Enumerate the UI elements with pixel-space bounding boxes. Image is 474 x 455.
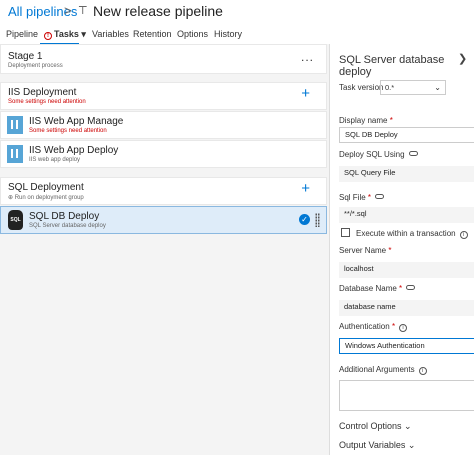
link-icon[interactable] <box>375 194 385 199</box>
info-icon[interactable]: i <box>418 367 427 375</box>
task-iis-web-app-deploy[interactable]: IIS Web App Deploy IIS web app deploy <box>0 140 327 168</box>
task-name: IIS Web App Deploy <box>29 145 119 156</box>
task-version-label: Task version <box>339 83 384 92</box>
tab-history[interactable]: History <box>214 29 242 39</box>
authentication-label: Authentication * i <box>339 322 408 332</box>
tab-retention[interactable]: Retention <box>133 29 172 39</box>
database-name-input[interactable]: database name <box>339 300 474 316</box>
task-warning: Some settings need attention <box>29 128 107 134</box>
server-name-label: Server Name * <box>339 246 392 255</box>
transaction-checkbox-label: Execute within a transaction i <box>356 229 468 239</box>
link-icon[interactable] <box>408 151 418 156</box>
task-subtitle: IIS web app deploy <box>29 157 81 163</box>
server-name-input[interactable]: localhost <box>339 262 474 278</box>
additional-arguments-input[interactable] <box>339 380 474 411</box>
task-name: SQL DB Deploy <box>29 211 100 222</box>
tab-variables[interactable]: Variables <box>92 29 129 39</box>
tab-pipeline[interactable]: Pipeline <box>6 29 38 39</box>
info-icon[interactable]: i <box>459 231 468 239</box>
link-icon[interactable] <box>406 285 416 290</box>
chevron-down-icon: ⌄ <box>434 83 441 92</box>
group-title: IIS Deployment <box>8 87 77 98</box>
stage-title: Stage 1 <box>8 51 43 62</box>
stage-subtitle: Deployment process <box>8 63 63 69</box>
iis-icon <box>7 145 23 163</box>
group-title: SQL Deployment <box>8 182 84 193</box>
more-options-icon[interactable]: ... <box>301 50 314 64</box>
warning-circle-icon: ! <box>44 32 52 40</box>
group-iis-deployment[interactable]: IIS Deployment Some settings need attent… <box>0 82 327 110</box>
display-name-label: Display name * <box>339 116 393 125</box>
info-icon[interactable]: i <box>399 324 408 332</box>
deploy-sql-using-label: Deploy SQL Using <box>339 150 418 159</box>
add-task-icon[interactable]: + <box>301 85 310 102</box>
drag-handle-icon[interactable] <box>315 213 320 227</box>
check-icon: ✓ <box>299 214 310 225</box>
transaction-checkbox[interactable] <box>341 228 350 237</box>
tab-options[interactable]: Options <box>177 29 208 39</box>
tab-bar: Pipeline ! Tasks ▾ Variables Retention Op… <box>0 26 474 45</box>
display-name-input[interactable]: SQL DB Deploy <box>339 127 474 143</box>
collapse-panel-icon[interactable]: ❯ <box>458 52 467 65</box>
sql-file-input[interactable]: **/*.sql <box>339 207 474 223</box>
breadcrumb-separator: > <box>64 3 72 18</box>
group-warning: Some settings need attention <box>8 99 86 105</box>
stage-card[interactable]: Stage 1 Deployment process ... <box>0 44 327 74</box>
task-version-select[interactable]: 0.* ⌄ <box>380 80 446 95</box>
task-version-value: 0.* <box>385 83 395 92</box>
page-title: New release pipeline <box>93 3 223 19</box>
database-name-label: Database Name * <box>339 284 416 293</box>
add-task-icon[interactable]: + <box>301 180 310 197</box>
task-iis-web-app-manage[interactable]: IIS Web App Manage Some settings need at… <box>0 111 327 139</box>
deploy-sql-using-select[interactable]: SQL Query File <box>339 166 474 182</box>
group-subtitle: ⊕ Run on deployment group <box>8 195 84 201</box>
tab-tasks-label: Tasks <box>54 29 79 39</box>
sql-icon: SQL <box>8 210 23 230</box>
task-name: IIS Web App Manage <box>29 116 124 127</box>
iis-icon <box>7 116 23 134</box>
group-sql-deployment[interactable]: SQL Deployment ⊕ Run on deployment group… <box>0 177 327 205</box>
tasks-panel: Stage 1 Deployment process ... IIS Deplo… <box>0 44 329 455</box>
control-options-section[interactable]: Control Options ⌄ <box>339 421 412 432</box>
chevron-down-icon: ⌄ <box>407 440 416 450</box>
chevron-down-icon: ⌄ <box>404 421 412 431</box>
task-subtitle: SQL Server database deploy <box>29 223 106 229</box>
task-sql-db-deploy[interactable]: SQL SQL DB Deploy SQL Server database de… <box>0 206 327 234</box>
authentication-select[interactable]: Windows Authentication <box>339 338 474 354</box>
panel-title: SQL Server database deploy <box>339 54 445 78</box>
sql-file-label: Sql File * <box>339 193 385 202</box>
header-bar: All pipelines > ⊤ New release pipeline <box>0 0 474 24</box>
output-variables-section[interactable]: Output Variables ⌄ <box>339 440 415 451</box>
additional-arguments-label: Additional Arguments i <box>339 365 427 375</box>
pipeline-icon: ⊤ <box>78 5 88 17</box>
tab-tasks[interactable]: ! Tasks ▾ <box>44 29 86 40</box>
